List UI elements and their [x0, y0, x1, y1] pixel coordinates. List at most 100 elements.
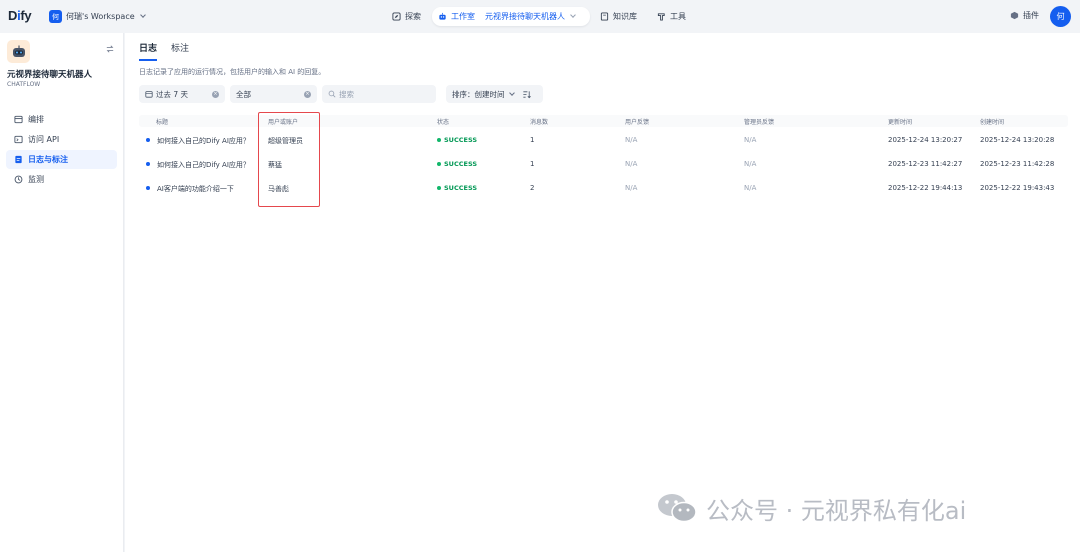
row-messages: 1: [530, 136, 535, 144]
dify-logo[interactable]: Dify: [8, 8, 32, 23]
sidebar-item-orchestrate[interactable]: 编排: [6, 110, 117, 129]
plugins-label: 插件: [1023, 11, 1039, 20]
plugin-icon: [1010, 11, 1019, 20]
row-admin-feedback: N/A: [744, 160, 757, 168]
nav-knowledge[interactable]: 知识库: [594, 7, 643, 26]
chevron-down-icon: [139, 12, 146, 18]
sidebar-item-label: 访问 API: [28, 135, 60, 144]
search-placeholder: 搜索: [339, 89, 354, 99]
status-badge: SUCCESS: [437, 136, 477, 144]
calendar-icon: [145, 91, 153, 98]
sidebar-item-label: 日志与标注: [28, 155, 68, 164]
period-select[interactable]: 过去 7 天 ×: [139, 85, 225, 103]
file-text-icon: [15, 155, 22, 164]
status-dot: [437, 138, 441, 142]
row-created: 2025-12-23 11:42:28: [980, 160, 1055, 168]
status-value: 全部: [236, 89, 251, 99]
book-icon: [600, 12, 609, 21]
row-updated: 2025-12-22 19:44:13: [888, 184, 963, 192]
status-dot: [437, 162, 441, 166]
search-icon: [328, 90, 336, 98]
watermark: 公众号 · 元视界私有化ai: [656, 490, 966, 526]
row-title: 如何接入自己的Dify AI应用？: [157, 137, 250, 145]
nav-tools-label: 工具: [670, 12, 686, 21]
sidebar-item-api[interactable]: 访问 API: [6, 130, 117, 149]
log-tabs: 日志 标注: [139, 41, 189, 61]
terminal-icon: [14, 135, 23, 144]
unread-dot: [146, 162, 150, 166]
sort-order-icon[interactable]: [522, 90, 531, 99]
user-avatar[interactable]: 何: [1050, 6, 1071, 27]
app-sidebar: 元视界接待聊天机器人 CHATFLOW 编排 访问 API 日志与标注 监测: [0, 33, 124, 552]
row-user-feedback: N/A: [625, 184, 638, 192]
unread-dot: [146, 186, 150, 190]
hammer-icon: [657, 13, 665, 21]
sidebar-item-label: 编排: [28, 115, 44, 124]
row-title: 如何接入自己的Dify AI应用？: [157, 161, 250, 169]
row-user-feedback: N/A: [625, 160, 638, 168]
status-badge: SUCCESS: [437, 160, 477, 168]
row-updated: 2025-12-23 11:42:27: [888, 160, 963, 168]
app-menu: 编排 访问 API 日志与标注 监测: [6, 110, 117, 190]
row-created: 2025-12-22 19:43:43: [980, 184, 1055, 192]
nav-tools[interactable]: 工具: [651, 7, 692, 26]
nav-studio[interactable]: 工作室 元视界接待聊天机器人: [432, 7, 590, 26]
status-badge: SUCCESS: [437, 184, 477, 192]
monitor-icon: [14, 175, 23, 184]
col-user-feedback: 用户反馈: [625, 119, 650, 126]
tab-annotations[interactable]: 标注: [171, 41, 189, 61]
nav-explore[interactable]: 探索: [386, 7, 427, 26]
row-admin-feedback: N/A: [744, 136, 757, 144]
robot-icon: [439, 12, 446, 20]
compass-icon: [392, 12, 401, 21]
robot-icon: [12, 45, 25, 57]
wechat-icon: [658, 494, 697, 523]
workspace-switcher[interactable]: 何 何瑞's Workspace: [49, 9, 146, 24]
period-value: 过去 7 天: [156, 89, 189, 99]
workspace-avatar: 何: [49, 10, 62, 23]
layout-icon: [14, 115, 23, 124]
clear-icon[interactable]: ×: [304, 90, 311, 98]
row-updated: 2025-12-24 13:20:27: [888, 136, 963, 144]
annotation-highlight-box: [258, 112, 320, 207]
sort-select[interactable]: 排序：创建时间: [446, 85, 543, 103]
filter-bar: 过去 7 天 × 全部 × 搜索 排序：创建时间: [139, 85, 543, 103]
chevron-down-icon: [508, 89, 515, 96]
sidebar-item-logs[interactable]: 日志与标注: [6, 150, 117, 169]
col-status: 状态: [437, 119, 450, 126]
unread-dot: [146, 138, 150, 142]
search-input[interactable]: 搜索: [322, 85, 436, 103]
plugins-button[interactable]: 插件: [1010, 10, 1039, 21]
status-select[interactable]: 全部 ×: [230, 85, 317, 103]
clear-icon[interactable]: ×: [212, 90, 219, 98]
page-description: 日志记录了应用的运行情况，包括用户的输入和 AI 的回复。: [139, 68, 326, 76]
main-content: 日志 标注 日志记录了应用的运行情况，包括用户的输入和 AI 的回复。 过去 7…: [125, 33, 1080, 552]
col-admin-feedback: 管理员反馈: [744, 119, 775, 126]
top-navigation-bar: Dify 何 何瑞's Workspace 探索 工作室 元视界接待聊天机器人 …: [0, 0, 1080, 33]
app-name: 元视界接待聊天机器人: [7, 70, 93, 80]
row-user-feedback: N/A: [625, 136, 638, 144]
nav-explore-label: 探索: [405, 12, 421, 21]
sidebar-item-label: 监测: [28, 175, 44, 184]
sidebar-item-monitor[interactable]: 监测: [6, 170, 117, 189]
tab-logs[interactable]: 日志: [139, 41, 158, 61]
row-admin-feedback: N/A: [744, 184, 757, 192]
status-dot: [437, 186, 441, 190]
col-messages: 消息数: [530, 119, 549, 126]
col-title: 标题: [156, 119, 169, 126]
row-created: 2025-12-24 13:20:28: [980, 136, 1055, 144]
swap-icon[interactable]: [106, 45, 114, 53]
nav-knowledge-label: 知识库: [613, 12, 637, 21]
row-messages: 2: [530, 184, 535, 192]
row-messages: 1: [530, 160, 535, 168]
chevron-down-icon[interactable]: [570, 12, 576, 18]
row-title: AI客户端的功能介绍一下: [157, 185, 234, 193]
nav-studio-label: 工作室: [451, 12, 475, 21]
current-app-name[interactable]: 元视界接待聊天机器人: [485, 11, 565, 22]
sort-value: 排序：创建时间: [452, 89, 505, 99]
workspace-name: 何瑞's Workspace: [66, 12, 135, 21]
col-updated: 更新时间: [888, 119, 913, 126]
app-icon: [7, 40, 30, 63]
col-created: 创建时间: [980, 119, 1005, 126]
app-type: CHATFLOW: [7, 81, 41, 88]
